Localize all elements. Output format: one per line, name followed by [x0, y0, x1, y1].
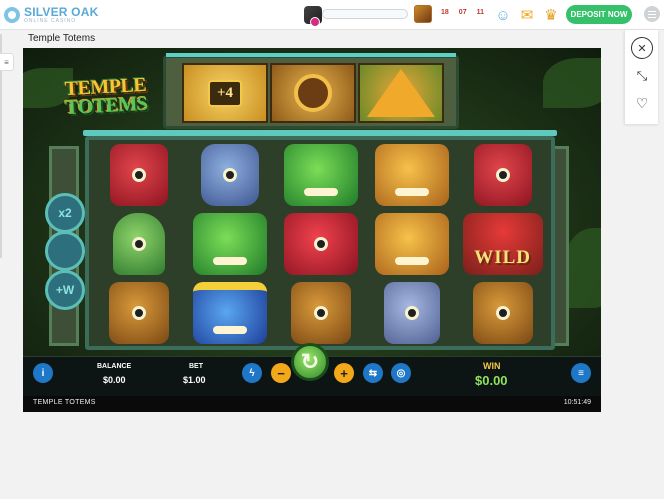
- green-idol-icon: [113, 212, 166, 275]
- brand-logo[interactable]: SILVER OAK ONLINE CASINO: [4, 4, 98, 26]
- promo-chest-icon[interactable]: [414, 5, 432, 23]
- reel-cell: [367, 211, 456, 278]
- bonus-label: +4: [207, 79, 243, 107]
- green-boar-icon: [193, 212, 268, 275]
- reel-cell: [277, 279, 366, 346]
- info-icon[interactable]: i: [33, 363, 53, 383]
- autoplay-icon[interactable]: ⇆: [363, 363, 383, 383]
- deposit-now-button[interactable]: DEPOSIT NOW: [566, 5, 632, 24]
- skull-totem-icon: [472, 281, 533, 344]
- gold-lion-icon: [374, 144, 449, 207]
- reel-cell: [277, 211, 366, 278]
- bet-increase-button[interactable]: +: [334, 363, 354, 383]
- bet-value: $1.00: [183, 375, 206, 385]
- game-side-controls: ✕ ⤡ ♡: [624, 30, 658, 124]
- game-status-bar: TEMPLE TOTEMS 10:51:49: [23, 396, 601, 412]
- pyramid-icon: [367, 69, 435, 117]
- reel-cell: [186, 279, 275, 346]
- multiplier-x2: x2: [45, 193, 85, 233]
- spin-button[interactable]: ↻: [291, 343, 329, 381]
- reel-cell: [458, 142, 547, 209]
- reel-cell: WILD: [458, 211, 547, 278]
- skull-totem-icon: [109, 281, 170, 344]
- plus-four-bonus: +4: [182, 63, 268, 123]
- wild-symbol-icon: WILD: [462, 212, 543, 275]
- reel-grid: WILD: [95, 142, 547, 346]
- reel-cell: [95, 279, 184, 346]
- red-bird-mask-icon: [283, 212, 358, 275]
- avatar-badge: [310, 17, 320, 27]
- level-progress-bar: [322, 9, 408, 19]
- site-header: SILVER OAK ONLINE CASINO 18 07 11 ☺ ✉ ♛ …: [0, 0, 664, 30]
- jungle-leaf: [543, 58, 601, 108]
- bonus-reel-frame: +4: [163, 53, 459, 129]
- mail-icon[interactable]: ✉: [516, 4, 538, 26]
- red-totem-icon: [110, 144, 169, 207]
- brand-tagline: ONLINE CASINO: [24, 18, 77, 24]
- green-boar-icon: [283, 144, 358, 207]
- multiplier-blank: [45, 231, 85, 271]
- oak-logo-icon: [4, 7, 20, 23]
- disc-bonus: [270, 63, 356, 123]
- wild-label: WILD: [474, 246, 531, 268]
- logo-line-2: TOTEMS: [64, 92, 149, 120]
- status-game-title: TEMPLE TOTEMS: [33, 399, 96, 406]
- reel-cell: [458, 279, 547, 346]
- brand-name: SILVER OAK: [24, 5, 99, 19]
- reel-cell: [277, 142, 366, 209]
- close-icon[interactable]: ✕: [631, 37, 653, 59]
- balance-label: BALANCE: [97, 363, 132, 370]
- turbo-icon[interactable]: ◎: [391, 363, 411, 383]
- status-clock: 10:51:49: [563, 399, 591, 406]
- blue-mask-icon: [201, 144, 260, 207]
- eye-totem-icon: [383, 281, 440, 344]
- win-value: $0.00: [475, 373, 508, 388]
- quick-spin-bolt-icon[interactable]: ϟ: [242, 363, 262, 383]
- trophy-icon[interactable]: ♛: [540, 4, 562, 26]
- side-drawer-toggle-icon[interactable]: ≡: [0, 53, 14, 71]
- page-title: Temple Totems: [28, 33, 96, 44]
- heart-icon[interactable]: ♡: [631, 92, 653, 114]
- support-agent-icon[interactable]: ☺: [492, 4, 514, 26]
- game-canvas[interactable]: TEMPLE TOTEMS +4 x2 +W WILD i BALANCE $0…: [23, 48, 601, 412]
- gold-lion-icon: [374, 212, 449, 275]
- reel-cell: [367, 279, 456, 346]
- fullscreen-icon[interactable]: ⤡: [631, 65, 653, 87]
- reel-cell: [186, 211, 275, 278]
- pyramid-bonus: [358, 63, 444, 123]
- game-logo: TEMPLE TOTEMS: [51, 63, 160, 130]
- countdown-seconds: 11: [476, 9, 484, 16]
- aztec-disc-icon: [294, 74, 332, 112]
- reel-cell: [95, 211, 184, 278]
- bet-label: BET: [189, 363, 203, 370]
- reel-cell: [186, 142, 275, 209]
- win-label: WIN: [483, 361, 501, 371]
- reel-cell: [95, 142, 184, 209]
- spin-arrow-icon: ↻: [300, 349, 320, 374]
- reel-cell: [367, 142, 456, 209]
- blue-fanged-mask-icon: [193, 281, 268, 344]
- countdown-minutes: 07: [458, 9, 467, 16]
- game-menu-icon[interactable]: ≡: [571, 363, 591, 383]
- skull-totem-icon: [290, 281, 351, 344]
- multiplier-plus-wild: +W: [45, 270, 85, 310]
- game-control-panel: i BALANCE $0.00 BET $1.00 ϟ − ↻ + ⇆ ◎ WI…: [23, 343, 601, 396]
- bet-decrease-button[interactable]: −: [271, 363, 291, 383]
- balance-value: $0.00: [103, 375, 126, 385]
- promo-countdown: 18 07 11: [441, 9, 484, 16]
- hamburger-menu-icon[interactable]: [644, 6, 660, 22]
- countdown-hours: 18: [441, 9, 449, 16]
- red-totem-icon: [473, 144, 532, 207]
